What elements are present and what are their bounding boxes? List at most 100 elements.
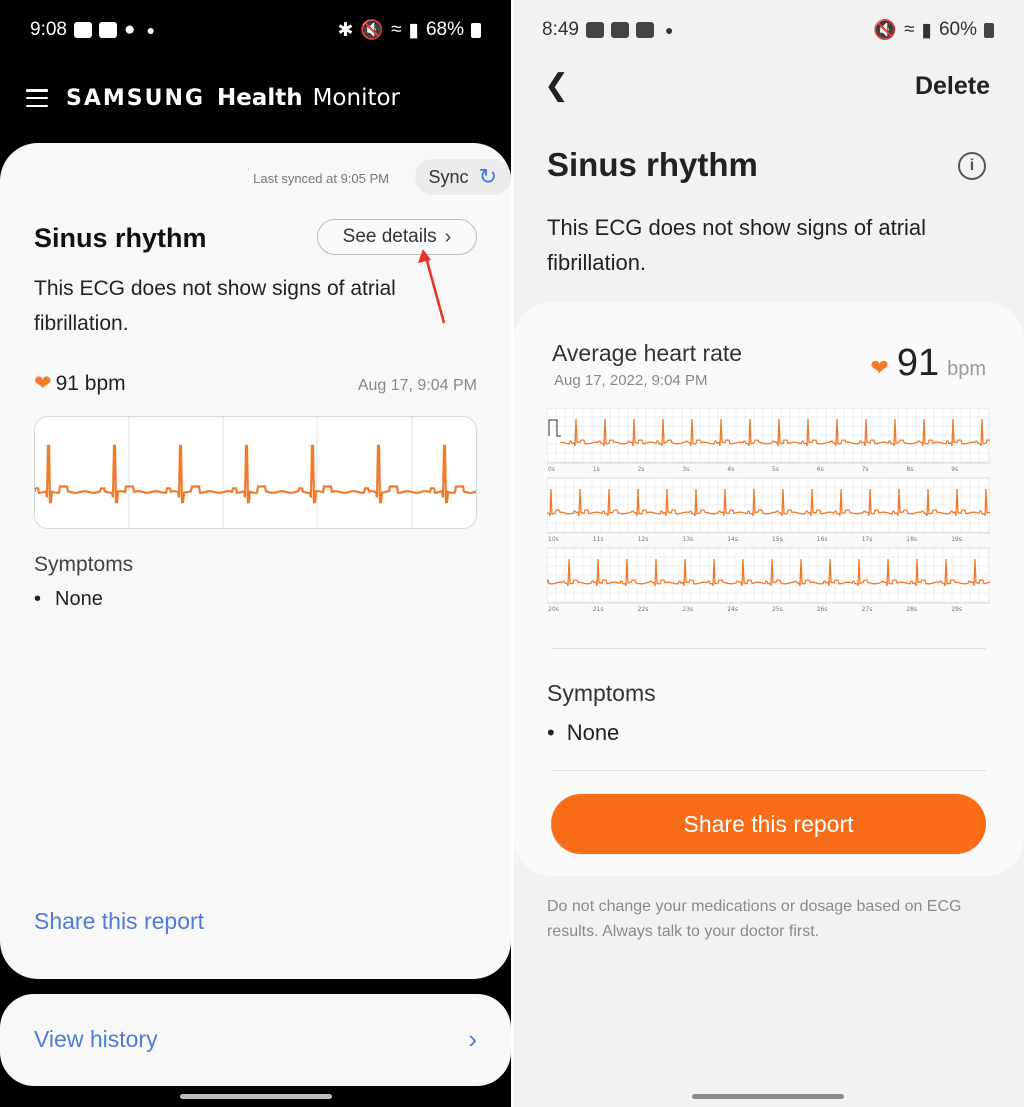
avg-heart-rate-unit: bpm — [947, 358, 986, 380]
home-indicator[interactable] — [180, 1094, 332, 1099]
brand-health: Health — [216, 85, 303, 111]
share-report-button[interactable]: Share this report — [551, 794, 986, 854]
ecg-strips: 0s 1s 2s 3s 4s 5s 6s 7s 8s 9s 10s 11s 12s 13s 14s 15s 16… — [547, 408, 990, 613]
status-bar: 8:49 ● 🔇 ≈ ▮ 60% — [542, 14, 994, 46]
battery-percent: 68% — [425, 19, 464, 40]
strip-time-label: 27s — [862, 606, 873, 613]
right-screen: 8:49 ● 🔇 ≈ ▮ 60% ❮ Delete Sinus rhythm i… — [514, 0, 1024, 1107]
strip-time-label: 21s — [593, 606, 604, 613]
strip-time-label: 12s — [638, 536, 649, 543]
ecg-summary-card: Last synced at 9:05 PM Sync ↻ Sinus rhyt… — [0, 143, 511, 979]
strip-time-label: 16s — [817, 536, 828, 543]
strip-time-label: 26s — [817, 606, 828, 613]
see-details-label: See details — [342, 226, 437, 247]
see-details-button[interactable]: See details › — [317, 219, 477, 255]
app-bar: SAMSUNG Health Monitor — [26, 76, 400, 120]
bulb-icon: ● — [123, 19, 136, 40]
gallery-icon — [98, 22, 117, 38]
ecg-trace — [35, 444, 476, 504]
bluetooth-icon: ✱ — [337, 19, 354, 41]
mute-icon: 🔇 — [360, 20, 385, 41]
strip-time-label: 20s — [548, 606, 559, 613]
more-notifications-icon: ● — [664, 22, 674, 38]
avg-heart-rate: ❤ 91 bpm — [870, 342, 986, 385]
strip-time-label: 1s — [593, 466, 600, 473]
strip-time-label: 3s — [682, 466, 689, 473]
delete-button[interactable]: Delete — [915, 72, 990, 101]
strip-time-label: 18s — [906, 536, 917, 543]
status-time: 8:49 — [542, 19, 579, 40]
result-description: This ECG does not show signs of atrial f… — [547, 215, 927, 275]
wifi-icon: ≈ — [391, 19, 402, 40]
arrow-back-icon[interactable]: ❮ — [544, 68, 569, 103]
symptom-value: None — [566, 720, 620, 745]
strip-time-label: 9s — [951, 466, 958, 473]
wear-icon — [73, 22, 92, 38]
heart-icon: ❤ — [34, 372, 52, 395]
brand-monitor: Monitor — [312, 85, 401, 111]
bullet-icon: • — [547, 720, 555, 745]
strip-time-label: 28s — [906, 606, 917, 613]
record-date: Aug 17, 2022, 9:04 PM — [554, 372, 708, 389]
strip-time-label: 24s — [727, 606, 738, 613]
symptoms-label: Symptoms — [34, 553, 134, 576]
ecg-strip: 10s 11s 12s 13s 14s 15s 16s 17s 18s 19s — [547, 477, 990, 543]
symptom-item: • None — [34, 588, 103, 611]
hamburger-icon[interactable] — [26, 89, 48, 107]
strip-time-label: 6s — [817, 466, 824, 473]
result-description: This ECG does not show signs of atrial f… — [34, 277, 396, 335]
more-notifications-icon: ● — [146, 22, 155, 38]
share-report-link[interactable]: Share this report — [34, 908, 204, 935]
heart-icon: ❤ — [870, 355, 889, 380]
result-title: Sinus rhythm — [34, 223, 207, 253]
symptoms-label: Symptoms — [547, 680, 656, 706]
strip-time-label: 2s — [638, 466, 645, 473]
heart-rate: ❤ 91 bpm — [34, 371, 126, 396]
battery-percent: 60% — [938, 19, 977, 40]
ecg-strip: 0s 1s 2s 3s 4s 5s 6s 7s 8s 9s — [547, 408, 990, 473]
chevron-right-icon: › — [468, 1024, 477, 1054]
ecg-preview[interactable] — [34, 416, 477, 529]
strip-time-label: 11s — [593, 536, 604, 543]
strip-time-label: 22s — [638, 606, 649, 613]
divider-line — [551, 648, 986, 649]
mail-icon — [585, 22, 604, 38]
strip-time-label: 17s — [862, 536, 873, 543]
strip-time-label: 7s — [862, 466, 869, 473]
wifi-icon: ≈ — [904, 19, 915, 40]
avg-heart-rate-value: 91 — [896, 342, 940, 384]
refresh-icon: ↻ — [478, 164, 497, 189]
status-time: 9:08 — [30, 19, 67, 40]
strip-time-label: 23s — [682, 606, 693, 613]
sync-button[interactable]: Sync ↻ — [414, 159, 511, 195]
divider-line — [551, 770, 986, 771]
symptom-value: None — [55, 588, 103, 610]
strip-time-label: 0s — [548, 466, 555, 473]
view-history-card[interactable]: View history › — [0, 994, 511, 1086]
record-date: Aug 17, 9:04 PM — [357, 377, 477, 394]
brand-samsung: SAMSUNG — [66, 85, 205, 111]
disclaimer-text: Do not change your medications or dosage… — [547, 898, 962, 940]
strip-time-label: 19s — [951, 536, 962, 543]
camera-icon — [635, 22, 654, 38]
ecg-waveform — [35, 417, 476, 528]
view-history-label: View history — [34, 1026, 158, 1052]
strip-time-label: 4s — [727, 466, 734, 473]
last-synced-text: Last synced at 9:05 PM — [253, 171, 389, 186]
bullet-icon: • — [34, 588, 42, 610]
battery-icon — [984, 22, 994, 38]
strip-time-label: 8s — [906, 466, 913, 473]
avg-heart-rate-label: Average heart rate — [552, 340, 743, 366]
gmail-icon — [610, 22, 629, 38]
info-icon[interactable]: i — [958, 152, 986, 180]
ecg-strip: 20s 21s 22s 23s 24s 25s 26s 27s 28s 29s — [547, 547, 990, 613]
left-screen: 9:08 ● ● ✱ 🔇 ≈ ▮ 68% SAMSUNG Health Moni… — [0, 0, 511, 1107]
strip-time-label: 14s — [727, 536, 738, 543]
heart-rate-value: 91 bpm — [55, 371, 126, 395]
strip-time-label: 25s — [772, 606, 783, 613]
strip-time-label: 29s — [951, 606, 962, 613]
strip-time-label: 15s — [772, 536, 783, 543]
home-indicator[interactable] — [692, 1094, 844, 1099]
strip-time-label: 13s — [682, 536, 693, 543]
chevron-right-icon: › — [444, 225, 452, 248]
